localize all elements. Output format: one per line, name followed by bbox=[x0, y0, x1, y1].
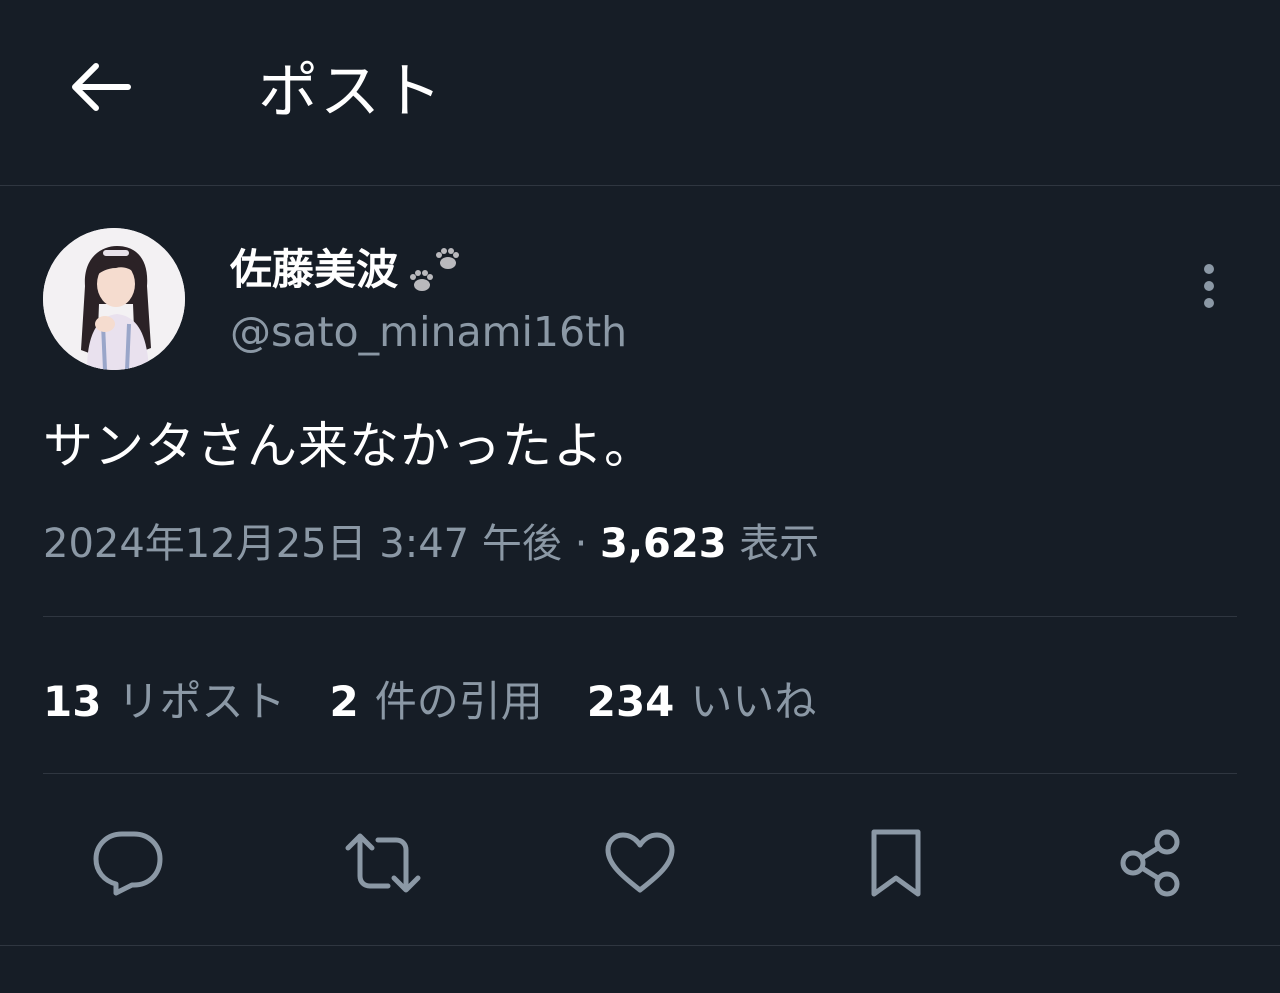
author-name-row: 佐藤美波 bbox=[230, 240, 466, 300]
reposts-stat[interactable]: 13 リポスト bbox=[43, 672, 285, 732]
views-count: 3,623 bbox=[600, 521, 727, 567]
top-bar: ポスト bbox=[0, 0, 1280, 186]
likes-stat[interactable]: 234 いいね bbox=[587, 672, 817, 732]
divider bbox=[43, 773, 1237, 774]
author-handle[interactable]: @sato_minami16th bbox=[230, 302, 627, 362]
meta-separator: · bbox=[574, 521, 588, 567]
share-button[interactable] bbox=[1106, 818, 1196, 908]
tweet-meta: 2024年12月25日 3:47 午後 · 3,623 表示 bbox=[43, 514, 819, 574]
page-title: ポスト bbox=[258, 57, 444, 127]
tweet-timestamp[interactable]: 2024年12月25日 3:47 午後 bbox=[43, 521, 562, 567]
heart-icon bbox=[604, 832, 676, 894]
divider bbox=[0, 945, 1280, 946]
repost-button[interactable] bbox=[338, 818, 428, 908]
divider bbox=[43, 616, 1237, 617]
share-icon bbox=[1118, 828, 1184, 898]
repost-icon bbox=[342, 832, 424, 894]
views-label: 表示 bbox=[739, 521, 820, 567]
more-options-button[interactable] bbox=[1180, 256, 1238, 316]
bookmark-icon bbox=[868, 828, 924, 898]
likes-label: いいね bbox=[690, 677, 817, 726]
quotes-label: 件の引用 bbox=[374, 677, 543, 726]
quotes-count: 2 bbox=[329, 677, 359, 726]
reposts-count: 13 bbox=[43, 677, 102, 726]
tweet-text: サンタさん来なかったよ。 bbox=[43, 417, 655, 475]
action-bar bbox=[0, 818, 1280, 908]
engagement-stats: 13 リポスト 2 件の引用 234 いいね bbox=[43, 672, 816, 732]
reply-button[interactable] bbox=[83, 818, 173, 908]
paw-prints-icon bbox=[402, 243, 466, 297]
author-display-name[interactable]: 佐藤美波 bbox=[230, 240, 398, 300]
likes-count: 234 bbox=[586, 677, 675, 726]
like-button[interactable] bbox=[595, 818, 685, 908]
bookmark-button[interactable] bbox=[851, 818, 941, 908]
post-detail-page: ポスト 佐藤美波 @sato_minami16th サンタさん来なかったよ。 2… bbox=[0, 0, 1280, 993]
reposts-label: リポスト bbox=[117, 677, 286, 726]
quotes-stat[interactable]: 2 件の引用 bbox=[329, 672, 542, 732]
arrow-left-icon bbox=[68, 59, 132, 115]
avatar[interactable] bbox=[43, 228, 185, 370]
more-vertical-icon bbox=[1202, 262, 1216, 310]
back-button[interactable] bbox=[56, 52, 144, 122]
reply-icon bbox=[92, 830, 164, 896]
